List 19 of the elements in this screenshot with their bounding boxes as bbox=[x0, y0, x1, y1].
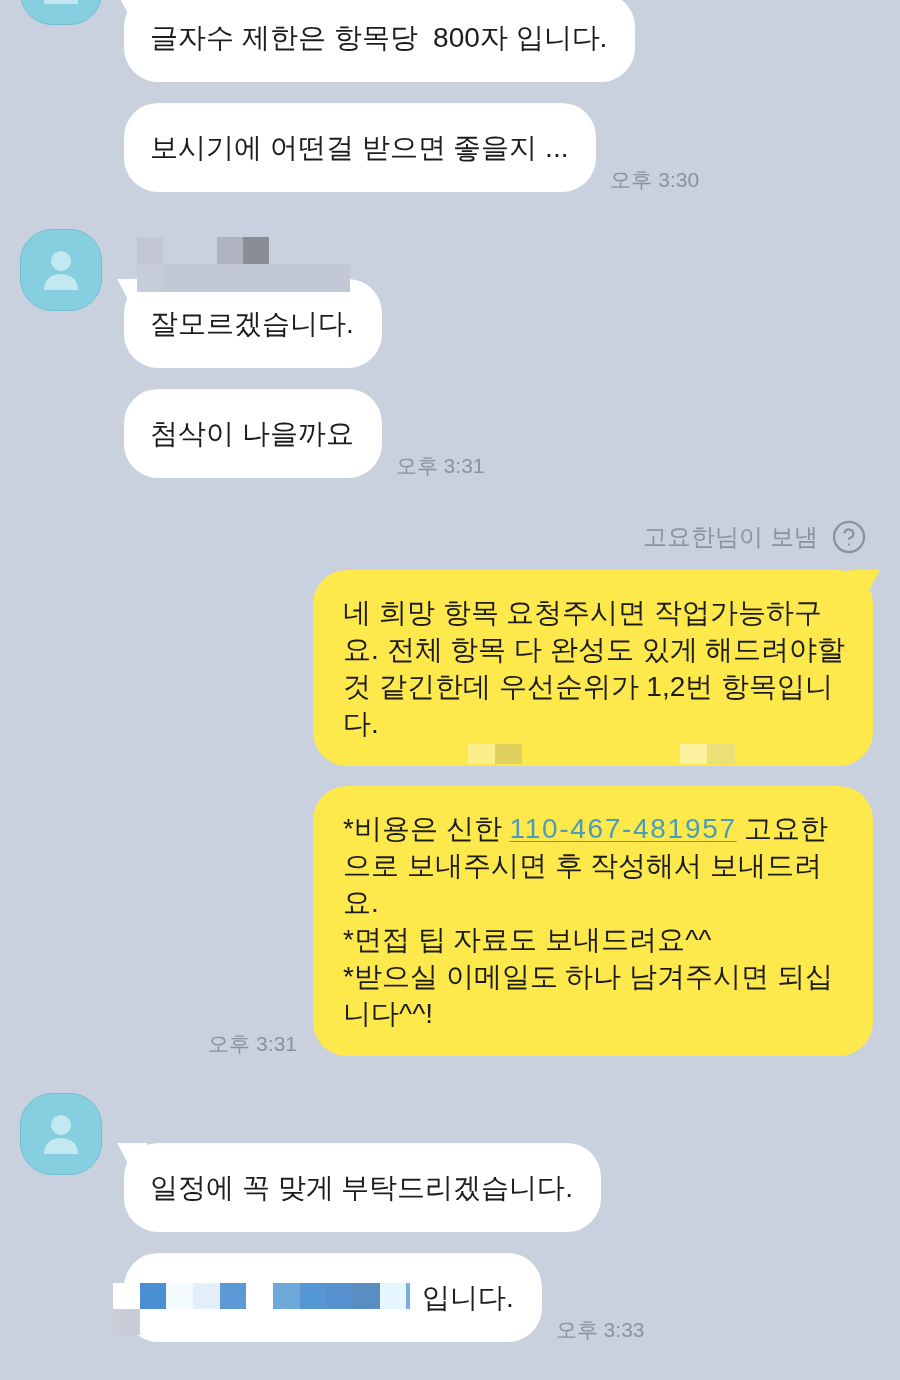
timestamp: 오후 3:33 bbox=[555, 1318, 645, 1342]
person-icon bbox=[44, 1114, 78, 1154]
account-link[interactable]: 110-467-481957 bbox=[509, 813, 737, 844]
message-text: 보시기에 어떤걸 받으면 좋을지 ... bbox=[150, 132, 569, 163]
message-text: 일정에 꼭 맞게 부탁드리겠습니다. bbox=[150, 1172, 574, 1203]
profile-avatar[interactable] bbox=[20, 229, 102, 311]
message-text: 첨삭이 나을까요 bbox=[150, 418, 354, 449]
help-icon[interactable] bbox=[831, 519, 867, 555]
timestamp: 오후 3:30 bbox=[610, 168, 700, 192]
message-text: *비용은 신한 110-467-481957 고요한으로 보내주시면 후 작성해서 보내드려요. *면접 팁 자료도 보내드려요^^ *받으실 이메일도 하나 남겨주시면 되십니다^^! bbox=[343, 813, 833, 1029]
message-text: 글자수 제한은 항목당 800자 입니다. bbox=[150, 22, 608, 53]
timestamp: 오후 3:31 bbox=[208, 1032, 297, 1056]
sender-note: 고요한님이 보냄 bbox=[643, 522, 818, 552]
profile-avatar[interactable] bbox=[20, 1093, 102, 1175]
message-text: 잘모르겠습니다. bbox=[150, 308, 354, 339]
person-icon bbox=[44, 250, 78, 290]
message-text: 네 희망 항목 요청주시면 작업가능하구요. 전체 항목 다 완성도 있게 해드려야할 것 같긴한데 우선순위가 1,2번 항목입니다. bbox=[343, 597, 847, 739]
timestamp: 오후 3:31 bbox=[395, 454, 485, 478]
message-text: 입니다. bbox=[422, 1282, 514, 1313]
